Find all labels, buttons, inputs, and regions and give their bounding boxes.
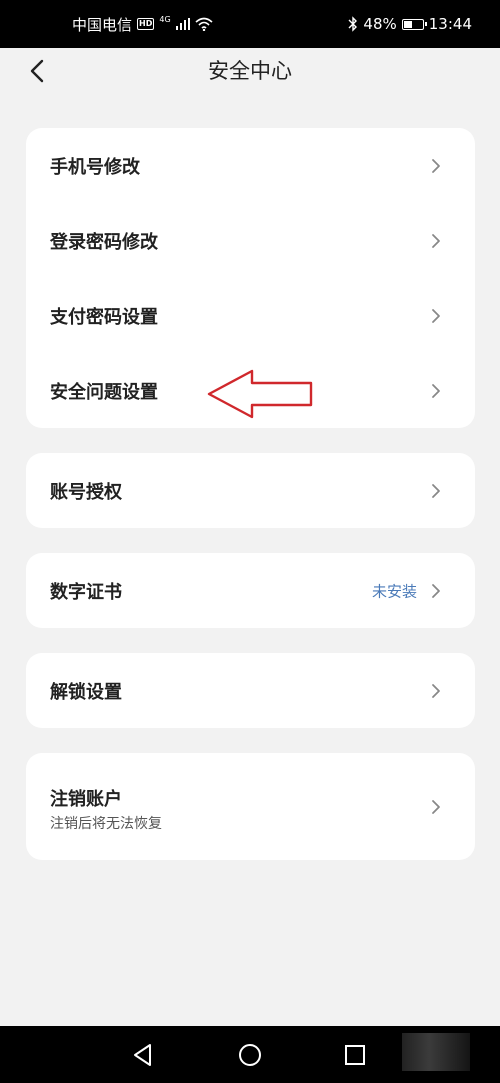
row-label: 解锁设置 [50, 681, 122, 703]
home-circle-icon[interactable] [235, 1040, 265, 1070]
row-label: 手机号修改 [50, 156, 140, 178]
account-auth-card: 账号授权 [26, 453, 475, 528]
battery-percent: 48% [363, 15, 397, 33]
back-triangle-icon[interactable] [128, 1040, 158, 1070]
cert-status: 未安装 [371, 582, 417, 600]
battery-icon [401, 18, 427, 30]
digital-cert-card: 数字证书 未安装 [26, 553, 475, 628]
row-label: 支付密码设置 [50, 306, 158, 328]
recents-square-icon[interactable] [340, 1040, 370, 1070]
row-label: 账号授权 [50, 481, 122, 503]
bluetooth-icon [348, 16, 358, 32]
nav-header: 安全中心 [0, 48, 500, 94]
chevron-right-icon [432, 158, 440, 173]
battery-fill [403, 20, 413, 28]
status-bar: 中国电信 HD 4G 48% 13:44 [0, 0, 500, 48]
deregister-card: 注销账户 注销后将无法恢复 [26, 753, 475, 860]
page-title: 安全中心 [208, 59, 292, 83]
row-label: 数字证书 [50, 581, 122, 603]
watermark-blur [402, 1033, 470, 1071]
row-label: 登录密码修改 [50, 231, 158, 253]
chevron-right-icon [432, 233, 440, 248]
unlock-settings-card: 解锁设置 [26, 653, 475, 728]
row-digital-cert[interactable]: 数字证书 未安装 [26, 553, 475, 628]
status-right: 48% 13:44 [348, 0, 472, 48]
hd-badge: HD [137, 18, 155, 30]
system-navigation-bar [0, 1026, 500, 1083]
chevron-right-icon [432, 683, 440, 698]
row-label: 安全问题设置 [50, 381, 158, 403]
row-payment-password[interactable]: 支付密码设置 [26, 278, 475, 353]
carrier-name: 中国电信 [72, 15, 133, 34]
battery-cap [424, 21, 427, 26]
row-change-login-password[interactable]: 登录密码修改 [26, 203, 475, 278]
chevron-right-icon [432, 583, 440, 598]
row-subtitle: 注销后将无法恢复 [50, 816, 162, 832]
chevron-right-icon [432, 308, 440, 323]
back-button[interactable] [20, 54, 54, 88]
row-label: 注销账户 [50, 789, 122, 810]
chevron-right-icon [432, 799, 440, 814]
clock: 13:44 [428, 15, 472, 33]
row-account-auth[interactable]: 账号授权 [26, 453, 475, 528]
chevron-right-icon [432, 383, 440, 398]
chevron-right-icon [432, 483, 440, 498]
network-type: 4G [159, 14, 171, 24]
row-deregister[interactable]: 注销账户 注销后将无法恢复 [26, 753, 475, 860]
row-unlock-settings[interactable]: 解锁设置 [26, 653, 475, 728]
status-left: 中国电信 HD 4G [72, 0, 213, 48]
signal-icon [175, 18, 190, 30]
chevron-left-icon [30, 59, 44, 83]
row-change-phone[interactable]: 手机号修改 [26, 128, 475, 203]
arrow-left-outline-icon [207, 369, 313, 419]
wifi-icon [195, 17, 213, 31]
